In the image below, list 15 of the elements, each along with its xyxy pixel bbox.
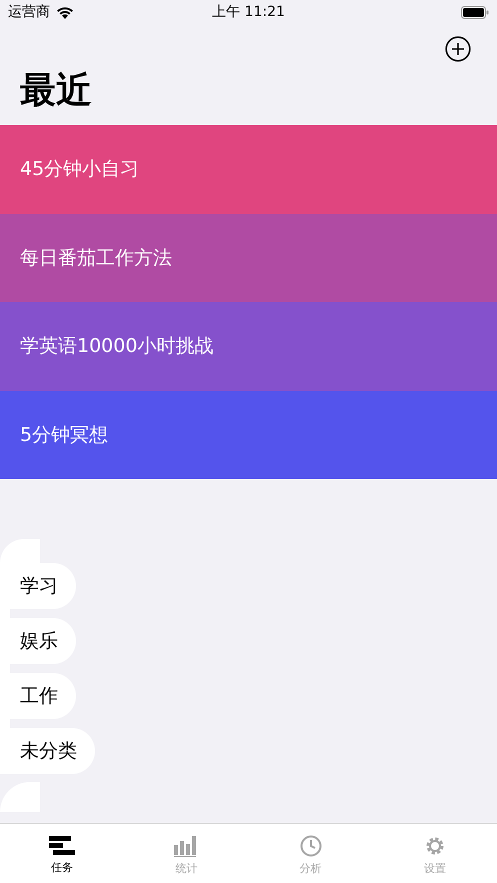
list-icon bbox=[49, 836, 76, 856]
clock-icon bbox=[300, 835, 322, 857]
task-row[interactable]: 45分钟小自习 bbox=[0, 125, 497, 214]
bar-chart-icon bbox=[174, 835, 198, 857]
task-row[interactable]: 学英语10000小时挑战 bbox=[0, 302, 497, 390]
settings-icon bbox=[424, 835, 446, 857]
carrier-name: 运营商 bbox=[8, 3, 50, 21]
task-row[interactable]: 5分钟冥想 bbox=[0, 390, 497, 479]
page-title: 最近 bbox=[19, 69, 93, 113]
status-time: 上午 11:21 bbox=[212, 3, 285, 21]
tab-item[interactable]: 任务 bbox=[0, 824, 124, 883]
add-icon[interactable] bbox=[445, 36, 471, 62]
battery-icon bbox=[461, 6, 489, 18]
wifi-icon bbox=[56, 6, 74, 18]
task-row[interactable]: 每日番茄工作方法 bbox=[0, 214, 497, 302]
